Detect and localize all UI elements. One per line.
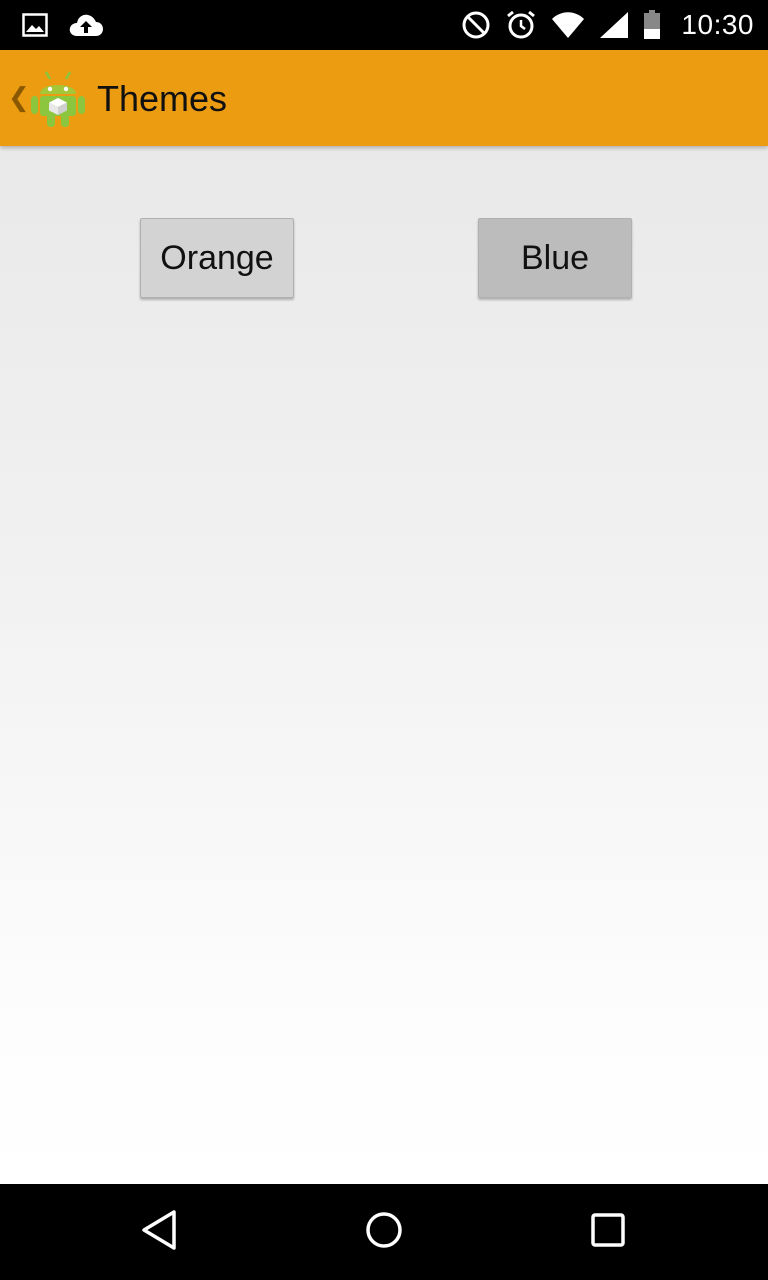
screen: 10:30 ❮ Themes Orange Blue	[0, 0, 768, 1280]
recent-apps-button[interactable]	[560, 1184, 656, 1280]
wifi-icon	[551, 11, 585, 39]
alarm-icon	[505, 9, 537, 41]
back-button[interactable]	[112, 1184, 208, 1280]
action-bar: ❮ Themes	[0, 50, 768, 146]
android-robot-icon	[30, 68, 86, 128]
status-bar: 10:30	[0, 0, 768, 50]
blue-theme-button[interactable]: Blue	[478, 218, 632, 298]
back-icon	[140, 1209, 180, 1256]
status-time: 10:30	[681, 9, 754, 40]
do-not-disturb-icon	[461, 10, 491, 40]
up-button[interactable]: ❮	[0, 50, 90, 146]
cellular-signal-icon	[599, 11, 629, 39]
image-icon	[22, 13, 48, 37]
home-icon	[364, 1210, 404, 1255]
recent-apps-icon	[590, 1212, 626, 1253]
cloud-upload-icon	[68, 12, 104, 38]
home-button[interactable]	[336, 1184, 432, 1280]
main-content: Orange Blue	[0, 146, 768, 1184]
page-title: Themes	[97, 78, 228, 119]
battery-icon	[643, 10, 661, 40]
chevron-left-icon: ❮	[8, 83, 30, 113]
navigation-bar	[0, 1184, 768, 1280]
orange-theme-button[interactable]: Orange	[140, 218, 294, 298]
status-left-icons	[22, 9, 104, 41]
status-right-icons: 10:30	[461, 9, 754, 41]
